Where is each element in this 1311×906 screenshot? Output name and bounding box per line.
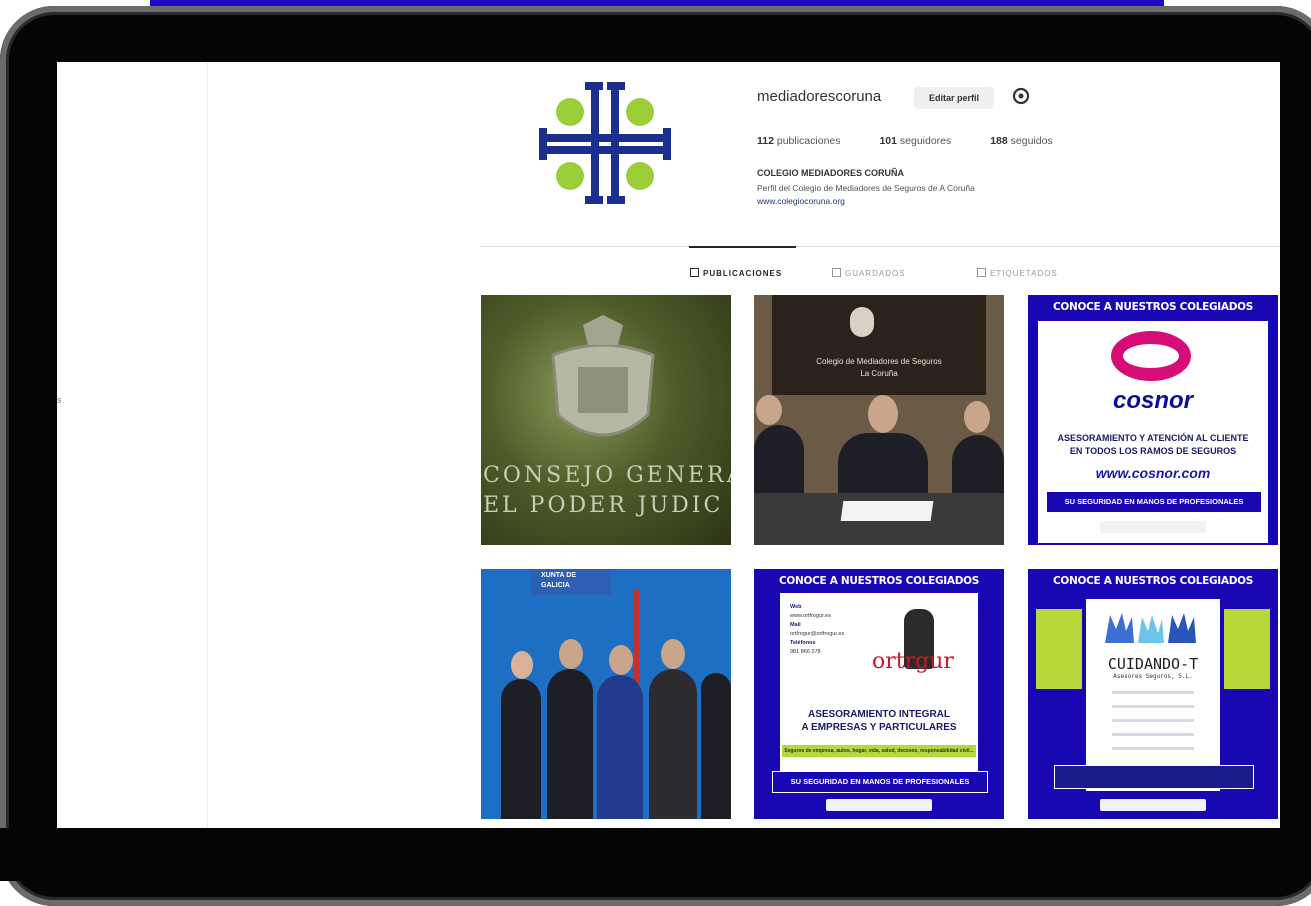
device-chin (0, 828, 1311, 881)
xunta-text: XUNTA DE GALICIA (541, 572, 576, 589)
college-badge (1100, 521, 1206, 533)
person-4-head (661, 639, 685, 669)
grid-icon (690, 268, 699, 277)
post-3-line2: EN TODOS LOS RAMOS DE SEGUROS (1069, 446, 1237, 456)
post-5-brand: ortrgur (872, 649, 954, 674)
post-3-slogan: SU SEGURIDAD EN MANOS DE PROFESIONALES (1046, 491, 1262, 513)
web-value: www.ortfrogur.es (790, 613, 831, 619)
banner-title: Colegio de Mediadores de Seguros (816, 357, 942, 366)
post-3-line1: ASESORAMIENTO Y ATENCIÓN AL CLIENTE (1057, 433, 1249, 443)
bio-link[interactable]: www.colegiocoruna.org (757, 196, 845, 206)
person-3 (597, 675, 643, 819)
posts-label: publicaciones (776, 135, 841, 147)
post-6-header: CONOCE A NUESTROS COLEGIADOS (1052, 575, 1254, 587)
following-stat[interactable]: 188 seguidos (990, 135, 1070, 147)
bio-name: COLEGIO MEDIADORES CORUÑA (757, 168, 905, 178)
post-5-slogan: SU SEGURIDAD EN MANOS DE PROFESIONALES (772, 771, 988, 793)
banner-subtitle: La Coruña (860, 369, 898, 378)
sidebar-divider (207, 62, 208, 828)
tab-label: PUBLICACIONES (703, 269, 783, 278)
gear-icon[interactable] (1011, 86, 1031, 106)
post-1-text-line2: EL PODER JUDIC (483, 493, 724, 518)
post-3-web: www.cosnor.com (1095, 465, 1211, 481)
post-tile-1[interactable]: CONSEJO GENERA EL PODER JUDIC (481, 295, 731, 545)
post-tile-4[interactable]: XUNTA DE GALICIA (481, 569, 731, 819)
person-2-head (559, 639, 583, 669)
person-left-head (756, 395, 782, 425)
post-5-services: Seguros de empresa, autos, hogar, vida, … (782, 745, 976, 757)
hands-icon (1105, 613, 1196, 643)
tab-guardados[interactable]: GUARDADOS (832, 268, 906, 278)
instagram-profile-screen: s mediadorescoruna Editar perfil 112 pub… (57, 62, 1280, 828)
cosnor-logo-icon (1111, 331, 1191, 381)
tab-etiquetados[interactable]: ETIQUETADOS (977, 268, 1058, 278)
person-1-head (511, 651, 533, 679)
posts-count: 112 (757, 135, 774, 147)
person-2 (547, 669, 593, 819)
document (840, 501, 934, 521)
followers-count: 101 (879, 135, 897, 147)
profile-stats: 112 publicaciones 101 seguidores 188 seg… (757, 135, 1089, 147)
post-tile-6[interactable]: CONOCE A NUESTROS COLEGIADOS CUIDANDO-T … (1028, 569, 1278, 819)
college-badge (826, 799, 932, 811)
profile-avatar[interactable] (537, 80, 673, 206)
post-1-text-line1: CONSEJO GENERA (483, 463, 731, 488)
post-5-heading1: ASESORAMIENTO INTEGRAL (807, 709, 951, 720)
post-5-heading2: A EMPRESAS Y PARTICULARES (801, 722, 957, 733)
sidebar: s (57, 62, 207, 828)
phone-label: Teléfonos (790, 640, 816, 646)
sidebar-cut-text: s (57, 395, 62, 405)
followers-stat[interactable]: 101 seguidores (879, 135, 969, 147)
tab-publicaciones[interactable]: PUBLICACIONES (690, 268, 782, 278)
profile-username: mediadorescoruna (757, 88, 882, 105)
tab-label: GUARDADOS (845, 269, 906, 278)
mail-label: Mail (790, 622, 801, 628)
crest-emblem (551, 315, 655, 437)
mail-value: ortfrogur@ortfrogur.es (790, 631, 845, 637)
tab-label: ETIQUETADOS (990, 269, 1058, 278)
tag-icon (977, 268, 986, 277)
person-4 (649, 669, 697, 819)
post-tile-5[interactable]: CONOCE A NUESTROS COLEGIADOS Web www.ort… (754, 569, 1004, 819)
post-6-footer (1054, 765, 1254, 789)
edit-profile-button[interactable]: Editar perfil (914, 87, 994, 109)
post-6-sub: Asesores Seguros, S.L. (1113, 673, 1193, 680)
emblem-icon (850, 307, 874, 337)
post-5-header: CONOCE A NUESTROS COLEGIADOS (778, 575, 980, 587)
post-3-header: CONOCE A NUESTROS COLEGIADOS (1052, 301, 1254, 313)
banner (772, 295, 986, 395)
post-6-brand: CUIDANDO-T (1107, 655, 1199, 673)
post-tile-3[interactable]: CONOCE A NUESTROS COLEGIADOS cosnor ASES… (1028, 295, 1278, 545)
following-count: 188 (990, 135, 1008, 147)
bookmark-icon (832, 268, 841, 277)
web-label: Web (790, 604, 802, 610)
person-center-head (868, 395, 898, 433)
posts-stat[interactable]: 112 publicaciones (757, 135, 859, 147)
person-right-head (964, 401, 990, 433)
tabs-divider (480, 246, 1280, 247)
post-tile-2[interactable]: Colegio de Mediadores de Seguros La Coru… (754, 295, 1004, 545)
person-3-head (609, 645, 633, 675)
active-tab-indicator (689, 246, 796, 248)
person-5 (701, 673, 731, 819)
college-badge (1100, 799, 1206, 811)
followers-label: seguidores (899, 135, 952, 147)
person-1 (501, 679, 541, 819)
post-3-brand: cosnor (1112, 387, 1193, 414)
following-label: seguidos (1010, 135, 1053, 147)
bio-description: Perfil del Colegio de Mediadores de Segu… (757, 183, 975, 193)
